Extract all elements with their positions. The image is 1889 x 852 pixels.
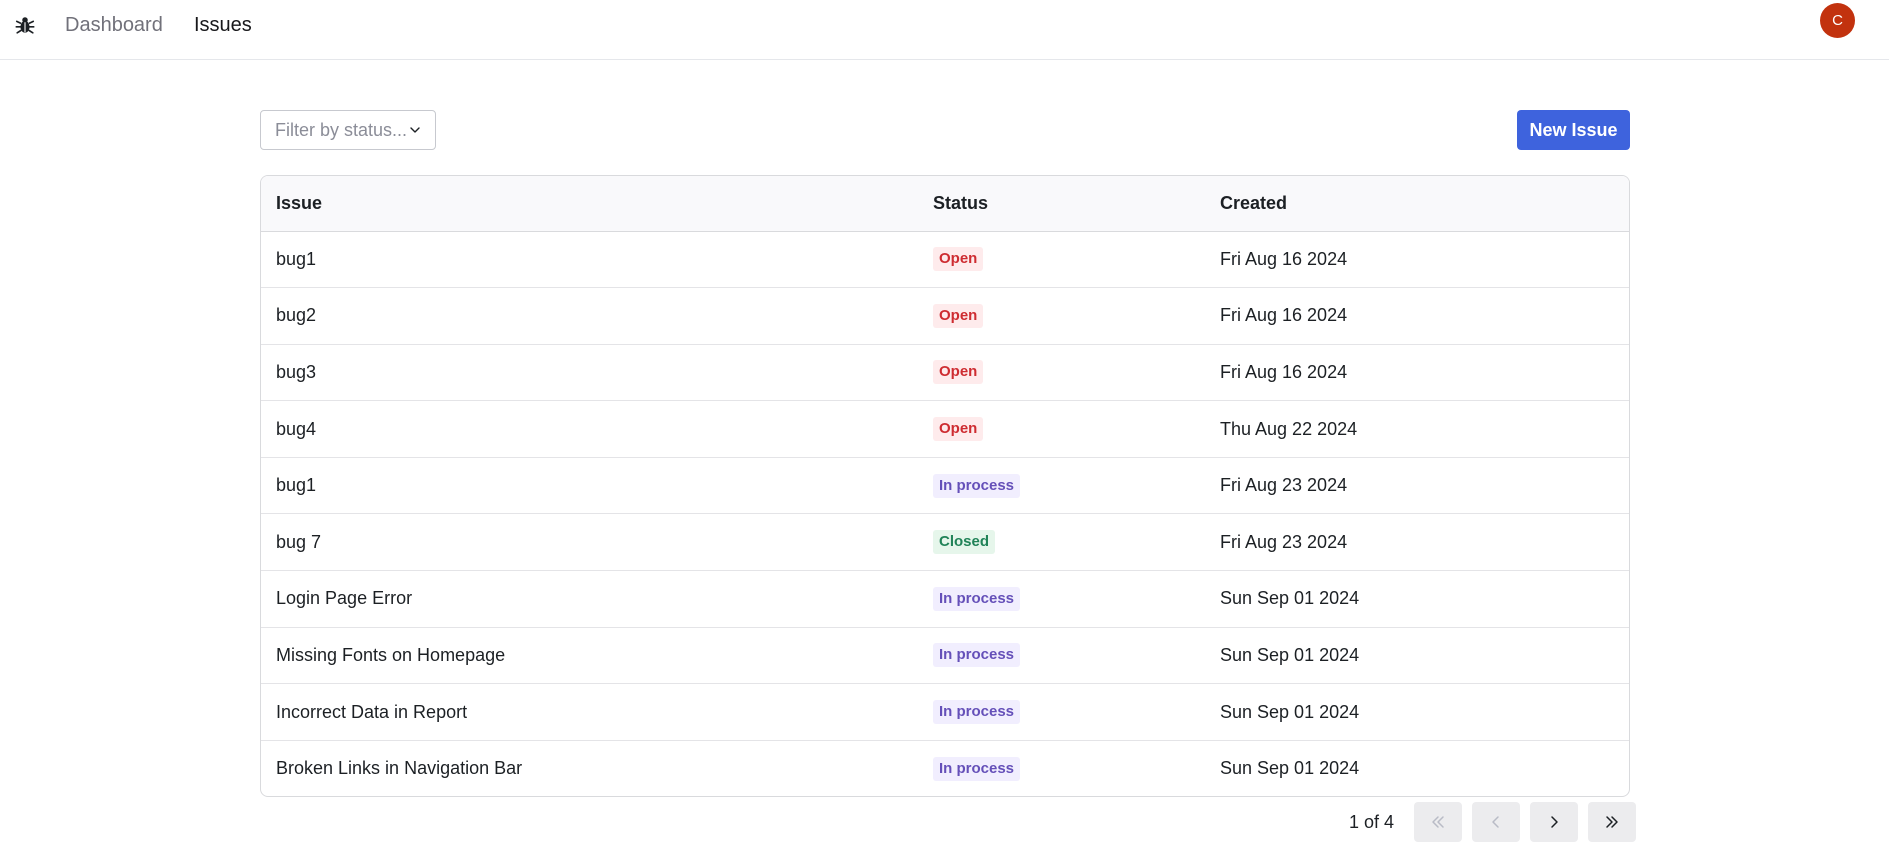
page-indicator: 1 of 4 bbox=[1349, 811, 1395, 832]
created-date: Fri Aug 16 2024 bbox=[1220, 287, 1629, 345]
status-badge: Open bbox=[933, 360, 984, 385]
status-badge: In process bbox=[933, 586, 1021, 611]
last-page-button[interactable] bbox=[1588, 802, 1637, 842]
status-badge: In process bbox=[933, 473, 1021, 498]
table-row[interactable]: bug1 In process Fri Aug 23 2024 bbox=[261, 456, 1629, 514]
created-date: Sun Sep 01 2024 bbox=[1220, 739, 1629, 796]
new-issue-button[interactable]: New Issue bbox=[1517, 110, 1630, 150]
issue-title-link[interactable]: bug3 bbox=[261, 343, 933, 401]
next-page-button[interactable] bbox=[1530, 802, 1579, 842]
chevron-right-icon bbox=[1551, 816, 1558, 828]
column-header-created[interactable]: Created bbox=[1220, 176, 1629, 232]
status-cell: Closed bbox=[933, 513, 1220, 571]
issue-title-link[interactable]: bug2 bbox=[261, 287, 933, 345]
status-badge: In process bbox=[933, 756, 1021, 781]
table-row[interactable]: Login Page Error In process Sun Sep 01 202… bbox=[261, 570, 1629, 628]
table-header-row: Issue Status Created bbox=[261, 176, 1629, 232]
chevrons-right-icon bbox=[1606, 816, 1618, 828]
created-date: Fri Aug 23 2024 bbox=[1220, 456, 1629, 514]
status-badge: Open bbox=[933, 303, 984, 328]
created-date: Fri Aug 16 2024 bbox=[1220, 248, 1348, 269]
issue-title-link[interactable]: bug1 bbox=[261, 456, 933, 514]
issue-title-link[interactable]: bug 7 bbox=[261, 513, 933, 571]
table-row[interactable]: bug 7 Closed Fri Aug 23 2024 bbox=[261, 513, 1629, 571]
issues-table: Issue Status Created bug1 Open Fri Aug 16 … bbox=[260, 175, 1630, 797]
created-date: Sun Sep 01 2024 bbox=[1220, 626, 1629, 684]
status-badge: In process bbox=[933, 700, 1021, 725]
chevrons-left-icon bbox=[1432, 816, 1444, 828]
status-cell: Open bbox=[933, 343, 1220, 401]
table-row[interactable]: Broken Links in Navigation Bar In process… bbox=[261, 739, 1629, 796]
top-navbar: Dashboard Issues C bbox=[0, 0, 1889, 60]
status-cell: Open bbox=[933, 400, 1220, 458]
table-row[interactable]: bug3 Open Fri Aug 16 2024 bbox=[261, 343, 1629, 401]
status-badge: Open bbox=[933, 247, 984, 272]
issue-title-link[interactable]: Missing Fonts on Homepage bbox=[261, 626, 933, 684]
created-date: Fri Aug 16 2024 bbox=[1220, 343, 1629, 401]
table-row[interactable]: bug4 Open Thu Aug 22 2024 bbox=[261, 400, 1629, 458]
nav-link-issues[interactable]: Issues bbox=[194, 12, 252, 38]
issue-title-link[interactable]: Broken Links in Navigation Bar bbox=[261, 739, 933, 796]
column-header-issue[interactable]: Issue bbox=[261, 176, 933, 232]
status-cell: In process bbox=[933, 570, 1220, 628]
pagination: 1 of 4 bbox=[1349, 802, 1637, 842]
status-cell: Open bbox=[933, 231, 1220, 288]
chevron-left-icon bbox=[1492, 816, 1499, 828]
created-date: Thu Aug 22 2024 bbox=[1220, 400, 1629, 458]
status-filter-placeholder: Filter by status... bbox=[275, 119, 408, 140]
column-header-status[interactable]: Status bbox=[933, 176, 1220, 232]
table-row[interactable]: Missing Fonts on Homepage In process Sun S… bbox=[261, 626, 1629, 684]
issue-title-link[interactable]: Incorrect Data in Report bbox=[261, 683, 933, 741]
chevron-down-icon bbox=[410, 127, 420, 133]
status-cell: In process bbox=[933, 626, 1220, 684]
status-badge: In process bbox=[933, 643, 1021, 668]
status-cell: In process bbox=[933, 456, 1220, 514]
status-badge: Open bbox=[933, 417, 984, 442]
issue-title-link[interactable]: Login Page Error bbox=[261, 570, 933, 628]
table-row[interactable]: bug1 Open Fri Aug 16 2024 bbox=[261, 231, 1629, 288]
table-row[interactable]: bug2 Open Fri Aug 16 2024 bbox=[261, 287, 1629, 345]
status-cell: Open bbox=[933, 287, 1220, 345]
status-filter-select[interactable]: Filter by status... bbox=[260, 110, 436, 150]
status-cell: In process bbox=[933, 739, 1220, 796]
bug-icon[interactable] bbox=[14, 14, 36, 36]
created-date: Fri Aug 23 2024 bbox=[1220, 513, 1629, 571]
created-date: Sun Sep 01 2024 bbox=[1220, 683, 1629, 741]
created-date: Sun Sep 01 2024 bbox=[1220, 570, 1629, 628]
first-page-button[interactable] bbox=[1414, 802, 1463, 842]
issue-title-link[interactable]: bug4 bbox=[261, 400, 933, 458]
status-cell: In process bbox=[933, 683, 1220, 741]
previous-page-button[interactable] bbox=[1472, 802, 1521, 842]
nav-link-dashboard[interactable]: Dashboard bbox=[65, 12, 163, 38]
table-row[interactable]: Incorrect Data in Report In process Sun Se… bbox=[261, 683, 1629, 741]
status-badge: Closed bbox=[933, 530, 996, 555]
issue-title-link[interactable]: bug1 bbox=[261, 231, 933, 288]
avatar[interactable]: C bbox=[1820, 3, 1855, 38]
